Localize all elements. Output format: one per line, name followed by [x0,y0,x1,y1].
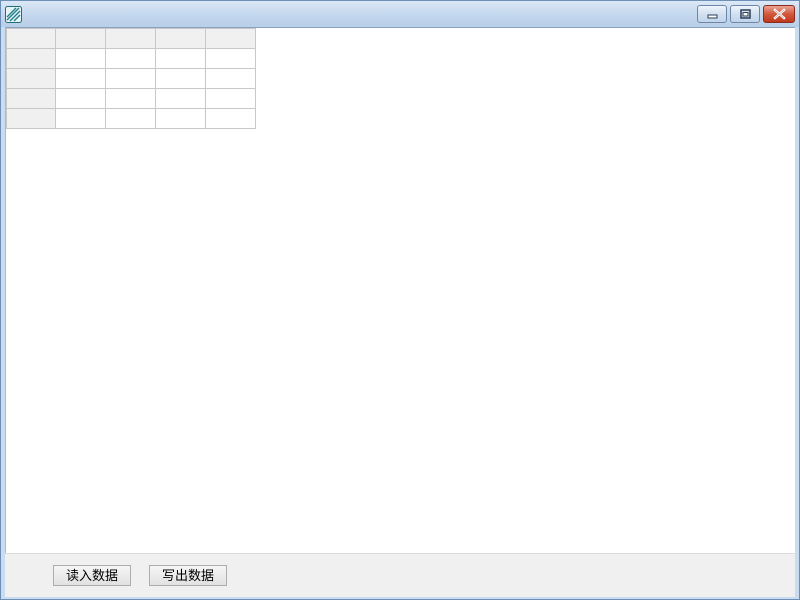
title-bar[interactable] [1,1,799,27]
grid-cell[interactable] [55,48,106,69]
row-header[interactable] [6,88,56,109]
button-bar: 读入数据 写出数据 [5,553,795,597]
column-header[interactable] [55,28,106,49]
maximize-icon [740,9,751,19]
grid-row [6,108,256,129]
grid-cell[interactable] [105,68,156,89]
grid-cell[interactable] [205,88,256,109]
grid-cell[interactable] [155,68,206,89]
grid-cell[interactable] [205,48,256,69]
maximize-button[interactable] [730,5,760,23]
data-grid[interactable] [6,28,256,129]
grid-cell[interactable] [105,108,156,129]
minimize-icon [707,14,718,19]
column-header[interactable] [155,28,206,49]
grid-cell[interactable] [205,68,256,89]
grid-header-row [6,28,256,49]
grid-cell[interactable] [155,48,206,69]
grid-row [6,48,256,69]
grid-cell[interactable] [105,48,156,69]
close-button[interactable] [763,5,795,23]
row-header[interactable] [6,68,56,89]
column-header[interactable] [205,28,256,49]
grid-cell[interactable] [55,88,106,109]
grid-cell[interactable] [105,88,156,109]
row-header[interactable] [6,108,56,129]
grid-row [6,68,256,89]
grid-cell[interactable] [155,108,206,129]
read-data-button[interactable]: 读入数据 [53,565,131,586]
app-icon[interactable] [5,6,22,23]
minimize-button[interactable] [697,5,727,23]
grid-row [6,88,256,109]
grid-cell[interactable] [55,108,106,129]
grid-cell[interactable] [205,108,256,129]
row-header[interactable] [6,48,56,69]
grid-cell[interactable] [55,68,106,89]
grid-cell[interactable] [155,88,206,109]
content-area [5,27,795,553]
close-icon [773,8,786,20]
main-window: 读入数据 写出数据 [0,0,800,600]
grid-corner-cell[interactable] [6,28,56,49]
write-data-button[interactable]: 写出数据 [149,565,227,586]
column-header[interactable] [105,28,156,49]
